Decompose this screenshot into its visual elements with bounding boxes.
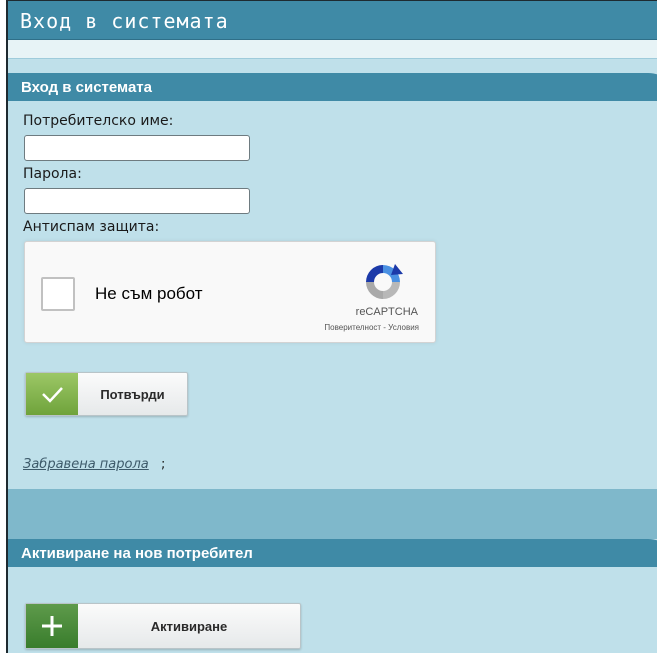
activate-icon-box <box>26 604 78 648</box>
login-section-title: Вход в системата <box>21 79 152 96</box>
forgot-password-link[interactable]: Забравена парола <box>23 457 149 472</box>
recaptcha-logo-icon <box>366 264 403 299</box>
plus-icon <box>42 616 62 636</box>
recaptcha-checkbox[interactable] <box>41 277 75 311</box>
recaptcha-checkbox-label: Не съм робот <box>95 284 203 303</box>
submit-icon-box <box>26 373 78 415</box>
submit-label: Потвърди <box>100 386 165 402</box>
password-input[interactable] <box>24 188 250 214</box>
recaptcha-brand: reCAPTCHA <box>355 306 418 318</box>
password-label: Парола: <box>23 166 82 182</box>
submit-button[interactable]: Потвърди <box>25 372 188 416</box>
check-icon <box>42 387 63 403</box>
username-label: Потребителско име: <box>23 113 174 129</box>
title-bar: Вход в системата <box>8 1 657 40</box>
login-section-header: Вход в системата <box>8 73 657 101</box>
antispam-label: Антиспам защита: <box>23 219 160 235</box>
forgot-link-suffix: ; <box>161 457 166 472</box>
section-divider-band <box>8 489 657 539</box>
activate-label: Активиране <box>150 618 228 634</box>
activation-section-title: Активиране на нов потребител <box>21 545 253 562</box>
recaptcha-legal-links[interactable]: Поверителност - Условия <box>324 323 419 332</box>
activate-button[interactable]: Активиране <box>25 603 301 649</box>
window-title: Вход в системата <box>20 9 229 33</box>
recaptcha-widget: Не съм робот reCAPTCHA Поверителност - У… <box>24 241 436 343</box>
login-window: Вход в системата Вход в системата Потреб… <box>6 0 657 653</box>
username-input[interactable] <box>24 135 250 161</box>
title-separator <box>8 40 657 59</box>
activation-section-header: Активиране на нов потребител <box>8 539 657 567</box>
